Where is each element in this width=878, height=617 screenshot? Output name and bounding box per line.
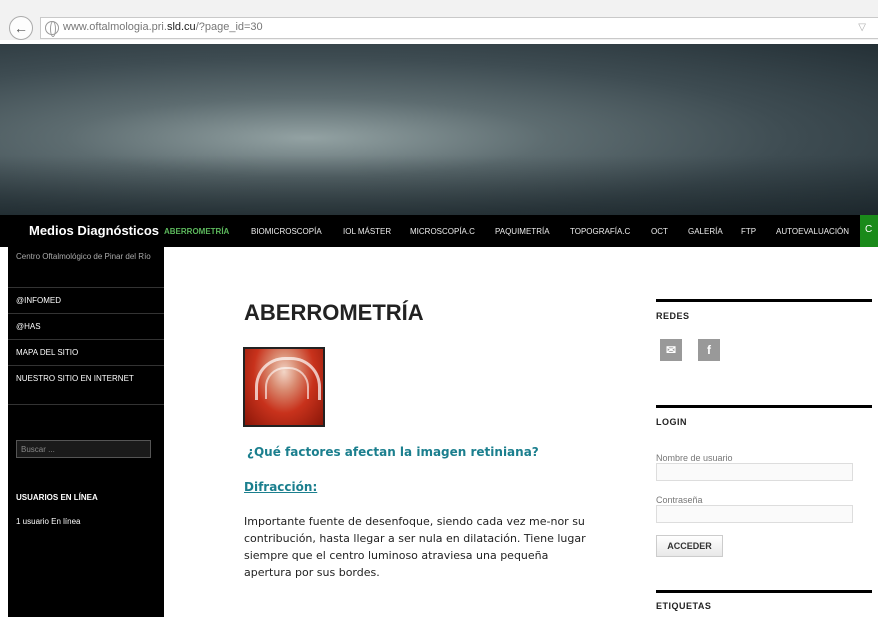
nav-item-galeria[interactable]: GALERÍA — [688, 227, 723, 236]
back-arrow-icon[interactable]: ← — [9, 16, 33, 40]
widget-title-redes: REDES — [656, 311, 690, 321]
email-icon[interactable]: ✉ — [660, 339, 682, 361]
widget-divider — [656, 405, 872, 408]
header-banner — [0, 44, 878, 215]
sidebar-link-infomed[interactable]: @INFOMED — [8, 287, 164, 313]
online-users-heading: USUARIOS EN LÍNEA — [16, 493, 98, 502]
facebook-icon[interactable]: f — [698, 339, 720, 361]
globe-icon — [45, 21, 59, 37]
username-label: Nombre de usuario — [656, 453, 733, 463]
nav-item-oct[interactable]: OCT — [651, 227, 668, 236]
section-question: ¿Qué factores afectan la imagen retinian… — [247, 445, 539, 459]
widget-divider — [656, 590, 872, 593]
sidebar-link-sitemap[interactable]: MAPA DEL SITIO — [8, 339, 164, 365]
widget-title-login: LOGIN — [656, 417, 687, 427]
login-button[interactable]: ACCEDER — [656, 535, 723, 557]
password-label: Contraseña — [656, 495, 703, 505]
nav-item-topografia[interactable]: TOPOGRAFÍA.C — [570, 227, 630, 236]
nav-item-paquimetria[interactable]: PAQUIMETRÍA — [495, 227, 550, 236]
widget-divider — [656, 299, 872, 302]
nav-item-ftp[interactable]: FTP — [741, 227, 756, 236]
url-text: www.oftalmologia.pri.sld.cu/?page_id=30 — [63, 21, 263, 33]
left-sidebar: Centro Oftalmológico de Pinar del Río @I… — [8, 247, 164, 617]
nav-item-biomicroscopia[interactable]: BIOMICROSCOPÍA — [251, 227, 322, 236]
page-title: ABERROMETRÍA — [244, 300, 424, 325]
sidebar-link-our-site[interactable]: NUESTRO SITIO EN INTERNET — [8, 365, 164, 405]
nav-item-overflow[interactable]: C — [860, 215, 878, 247]
dropdown-arrow-icon[interactable]: ▽ — [858, 22, 866, 33]
site-tagline: Centro Oftalmológico de Pinar del Río — [16, 252, 151, 261]
password-field[interactable] — [656, 505, 853, 523]
site-title[interactable]: Medios Diagnósticos — [29, 223, 159, 238]
nav-item-iol-master[interactable]: IOL MÁSTER — [343, 227, 391, 236]
nav-item-microscopia[interactable]: MICROSCOPÍA.C — [410, 227, 475, 236]
article-paragraph: Importante fuente de desenfoque, siendo … — [244, 515, 586, 579]
widget-title-etiquetas: ETIQUETAS — [656, 601, 712, 611]
search-input[interactable]: Buscar ... — [16, 440, 151, 458]
sidebar-link-has[interactable]: @HAS — [8, 313, 164, 339]
section-heading-diffraction: Difracción: — [244, 480, 318, 494]
aberrometer-image — [243, 347, 325, 427]
username-field[interactable] — [656, 463, 853, 481]
address-bar[interactable]: www.oftalmologia.pri.sld.cu/?page_id=30 … — [40, 17, 878, 39]
browser-toolbar: ← www.oftalmologia.pri.sld.cu/?page_id=3… — [0, 0, 878, 40]
online-users-count: 1 usuario En línea — [16, 517, 81, 526]
nav-item-autoevaluacion[interactable]: AUTOEVALUACIÓN — [776, 227, 849, 236]
nav-item-aberrometria[interactable]: ABERROMETRÍA — [164, 227, 229, 236]
main-navbar: Medios Diagnósticos ABERROMETRÍA BIOMICR… — [0, 215, 878, 247]
